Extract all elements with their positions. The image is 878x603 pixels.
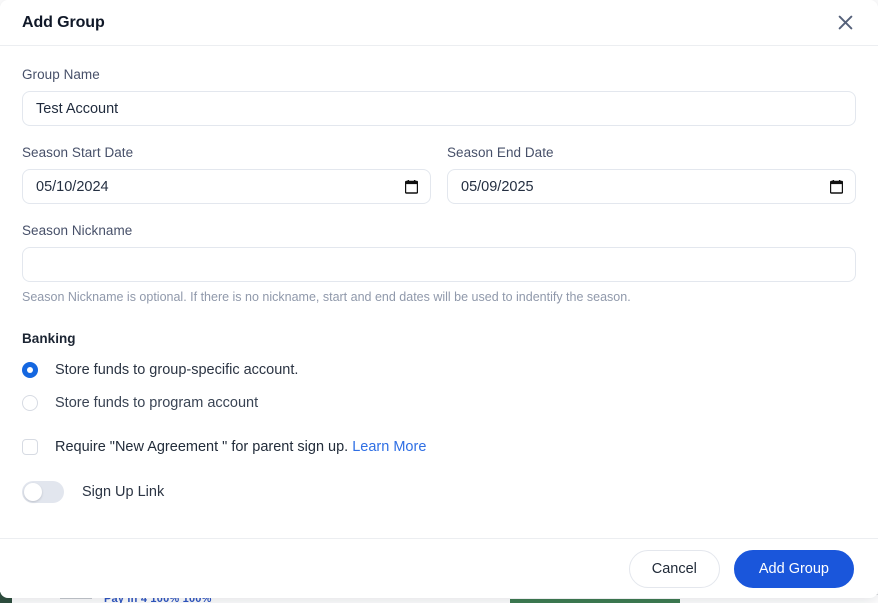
- sign-up-link-row: Sign Up Link: [22, 481, 856, 503]
- season-nickname-field: Season Nickname Season Nickname is optio…: [22, 222, 856, 305]
- sign-up-link-toggle[interactable]: [22, 481, 64, 503]
- close-icon[interactable]: [832, 10, 858, 36]
- season-end-field: Season End Date 05/09/2025: [447, 144, 856, 204]
- add-group-modal: Add Group Group Name Test Account Season…: [0, 0, 878, 598]
- calendar-icon[interactable]: [830, 179, 843, 194]
- banking-heading: Banking: [22, 331, 76, 346]
- season-start-field: Season Start Date 05/10/2024: [22, 144, 431, 204]
- group-name-field: Group Name Test Account: [22, 66, 856, 126]
- page-root: Pay in 4 100% 100% Add Group Group Name …: [0, 0, 878, 603]
- season-nickname-label: Season Nickname: [22, 223, 133, 238]
- modal-footer: Cancel Add Group: [0, 538, 878, 598]
- season-nickname-helper-text: Season Nickname is optional. If there is…: [22, 290, 631, 304]
- calendar-icon[interactable]: [405, 179, 418, 194]
- group-name-label: Group Name: [22, 67, 100, 82]
- modal-title: Add Group: [22, 13, 105, 31]
- season-start-input[interactable]: 05/10/2024: [22, 169, 431, 204]
- require-agreement-row[interactable]: Require "New Agreement " for parent sign…: [22, 439, 856, 455]
- require-agreement-text: Require "New Agreement " for parent sign…: [55, 439, 349, 455]
- cancel-button[interactable]: Cancel: [628, 549, 720, 588]
- banking-option-label: Store funds to program account: [55, 395, 259, 411]
- radio-unselected-icon[interactable]: [22, 395, 38, 411]
- require-agreement-label: Require "New Agreement " for parent sign…: [55, 439, 426, 455]
- background-green-bar: [510, 599, 680, 603]
- banking-option-label: Store funds to group-specific account.: [55, 362, 299, 378]
- modal-header: Add Group: [0, 0, 878, 46]
- banking-option-group-specific[interactable]: Store funds to group-specific account.: [22, 362, 856, 378]
- season-end-label: Season End Date: [447, 145, 554, 160]
- banking-option-program-account[interactable]: Store funds to program account: [22, 395, 856, 411]
- modal-body: Group Name Test Account Season Start Dat…: [0, 46, 878, 538]
- radio-selected-icon[interactable]: [22, 362, 38, 378]
- group-name-input[interactable]: Test Account: [22, 91, 856, 126]
- season-end-input[interactable]: 05/09/2025: [447, 169, 856, 204]
- season-nickname-input[interactable]: [22, 247, 856, 282]
- season-dates-row: Season Start Date 05/10/2024 Season End …: [22, 144, 856, 204]
- checkbox-unchecked-icon[interactable]: [22, 439, 38, 455]
- season-start-label: Season Start Date: [22, 145, 134, 160]
- toggle-knob: [24, 483, 42, 501]
- learn-more-link[interactable]: Learn More: [352, 439, 426, 455]
- sign-up-link-label: Sign Up Link: [82, 484, 165, 500]
- season-start-value: 05/10/2024: [36, 178, 109, 195]
- season-end-value: 05/09/2025: [461, 178, 534, 195]
- add-group-button[interactable]: Add Group: [733, 549, 854, 588]
